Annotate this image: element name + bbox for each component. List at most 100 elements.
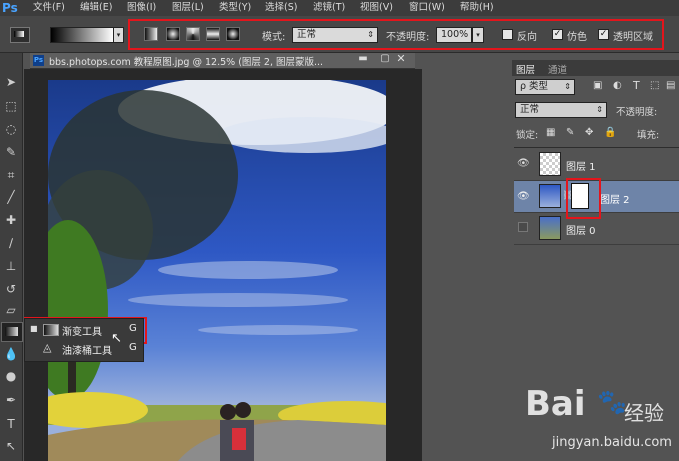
landscape-photo	[48, 80, 386, 461]
close-icon[interactable]: ✕	[392, 52, 410, 65]
lock-all-icon[interactable]: 🔒	[604, 127, 616, 138]
flyout-paint-bucket-label: 油漆桶工具	[62, 346, 112, 357]
radial-gradient-button[interactable]	[166, 27, 180, 41]
transparency-checkbox[interactable]: ✓	[598, 29, 609, 40]
flyout-item-paint-bucket[interactable]: ◬ 油漆桶工具 G	[26, 340, 142, 358]
transparency-label: 透明区域	[613, 32, 653, 43]
menu-file[interactable]: 文件(F)	[33, 0, 65, 16]
image-canvas[interactable]	[48, 80, 386, 461]
menu-image[interactable]: 图像(I)	[127, 0, 156, 16]
layer-row-0[interactable]: 图层 0	[514, 213, 679, 245]
opacity-input[interactable]: 100%	[436, 27, 472, 43]
lock-transparent-icon[interactable]: ▦	[546, 127, 555, 138]
ps-file-icon: Ps	[33, 55, 44, 66]
flyout-item-gradient[interactable]: ■ 渐变工具 G	[26, 321, 142, 339]
gradient-tool-icon	[14, 31, 24, 37]
eye-visibility-icon[interactable]: 👁	[517, 158, 530, 169]
gradient-picker[interactable]	[50, 27, 114, 43]
filter-shape-icon[interactable]: ⬚	[650, 80, 659, 91]
select-arrows-icon: ⇕	[564, 82, 571, 91]
select-arrows-icon: ⇕	[367, 30, 374, 39]
select-arrows-icon: ⇕	[596, 105, 603, 114]
marquee-tool-icon[interactable]: ⬚	[3, 98, 19, 114]
person-head-2	[235, 402, 251, 418]
history-brush-tool-icon[interactable]: ↺	[3, 281, 19, 297]
dither-checkbox[interactable]: ✓	[552, 29, 563, 40]
menu-window[interactable]: 窗口(W)	[409, 0, 445, 16]
type-tool-icon[interactable]: T	[3, 416, 19, 432]
visibility-toggle-off[interactable]	[518, 222, 528, 232]
panel-opacity-label: 不透明度:	[616, 107, 658, 118]
gradient-tool-icon	[5, 327, 18, 336]
dodge-tool-icon[interactable]: ●	[3, 368, 19, 384]
gradient-tool-button[interactable]	[1, 322, 23, 342]
minimize-icon[interactable]: ▬	[354, 53, 372, 66]
menu-filter[interactable]: 滤镜(T)	[313, 0, 345, 16]
filter-type-icon[interactable]: T	[633, 79, 640, 92]
document-tab[interactable]: Ps bbs.photops.com 教程原图.jpg @ 12.5% (图层 …	[30, 52, 415, 69]
brush-tool-icon[interactable]: ∕	[3, 235, 19, 251]
healing-brush-tool-icon[interactable]: ✚	[3, 212, 19, 228]
filter-adjustment-icon[interactable]: ◐	[613, 80, 622, 91]
document-title: bbs.photops.com 教程原图.jpg @ 12.5% (图层 2, …	[49, 57, 324, 68]
reflected-gradient-button[interactable]	[206, 27, 220, 41]
menu-help[interactable]: 帮助(H)	[460, 0, 494, 16]
opacity-dropdown-icon[interactable]: ▾	[472, 27, 484, 43]
menu-type[interactable]: 类型(Y)	[219, 0, 251, 16]
layer-kind-filter-label: ρ 类型	[520, 81, 549, 92]
eraser-tool-icon[interactable]: ▱	[3, 302, 19, 318]
layer-thumbnail	[539, 216, 561, 240]
eye-visibility-icon[interactable]: 👁	[517, 191, 530, 202]
photoshop-logo: Ps	[2, 1, 18, 15]
menu-view[interactable]: 视图(V)	[360, 0, 393, 16]
dither-label: 仿色	[567, 32, 587, 43]
flyout-gradient-shortcut: G	[129, 323, 137, 334]
move-tool-icon[interactable]: ➤	[3, 74, 19, 90]
layer-thumbnail	[539, 184, 561, 208]
mode-label: 模式:	[262, 32, 286, 43]
tool-preset-icon[interactable]	[10, 27, 30, 43]
tab-layers[interactable]: 图层	[516, 62, 535, 76]
layer-name[interactable]: 图层 2	[600, 191, 630, 206]
menu-layer[interactable]: 图层(L)	[172, 0, 204, 16]
menu-edit[interactable]: 编辑(E)	[80, 0, 112, 16]
opacity-label: 不透明度:	[386, 32, 430, 43]
lock-label: 锁定:	[516, 130, 539, 141]
child-red-shirt	[232, 428, 246, 450]
lock-position-icon[interactable]: ✥	[585, 127, 593, 138]
blend-mode-select[interactable]: 正常 ⇕	[515, 102, 607, 118]
clone-stamp-tool-icon[interactable]: ⊥	[3, 258, 19, 274]
crop-tool-icon[interactable]: ⌗	[3, 167, 19, 183]
person-head	[220, 404, 236, 420]
lock-pixels-icon[interactable]: ✎	[566, 127, 574, 138]
menu-select[interactable]: 选择(S)	[265, 0, 297, 16]
layer-kind-filter[interactable]: ρ 类型 ⇕	[515, 79, 575, 95]
layer-thumbnail	[539, 152, 561, 176]
reverse-checkbox[interactable]	[502, 29, 513, 40]
gradient-tool-icon	[43, 324, 59, 336]
filter-pixel-icon[interactable]: ▣	[593, 80, 602, 91]
gradient-dropdown-arrow-icon[interactable]: ▾	[113, 27, 124, 43]
diamond-gradient-button[interactable]	[226, 27, 240, 41]
layer-row-1[interactable]: 👁 图层 1	[514, 149, 679, 181]
tab-channels[interactable]: 通道	[548, 62, 567, 76]
mouse-cursor-icon: ↖	[111, 331, 122, 346]
eyedropper-tool-icon[interactable]: ╱	[3, 189, 19, 205]
paw-logo-icon: 🐾	[597, 388, 627, 416]
filter-smart-object-icon[interactable]: ▤	[666, 80, 675, 91]
layer-name[interactable]: 图层 0	[566, 222, 596, 237]
flyout-gradient-label: 渐变工具	[62, 327, 102, 338]
layer-name[interactable]: 图层 1	[566, 158, 596, 173]
path-selection-tool-icon[interactable]: ↖	[3, 438, 19, 454]
blend-mode-value: 正常	[520, 104, 540, 115]
baidu-logo-text: Bai	[525, 384, 586, 424]
pen-tool-icon[interactable]: ✒	[3, 392, 19, 408]
menu-bar: Ps 文件(F) 编辑(E) 图像(I) 图层(L) 类型(Y) 选择(S) 滤…	[0, 0, 679, 16]
angle-gradient-button[interactable]	[186, 27, 200, 41]
lasso-tool-icon[interactable]: ◌	[3, 121, 19, 137]
blur-tool-icon[interactable]: 💧	[3, 346, 19, 362]
mode-select[interactable]: 正常 ⇕	[292, 27, 378, 43]
baidu-logo-text-2: 经验	[624, 401, 664, 425]
quick-select-tool-icon[interactable]: ✎	[3, 144, 19, 160]
linear-gradient-button[interactable]	[144, 27, 158, 41]
